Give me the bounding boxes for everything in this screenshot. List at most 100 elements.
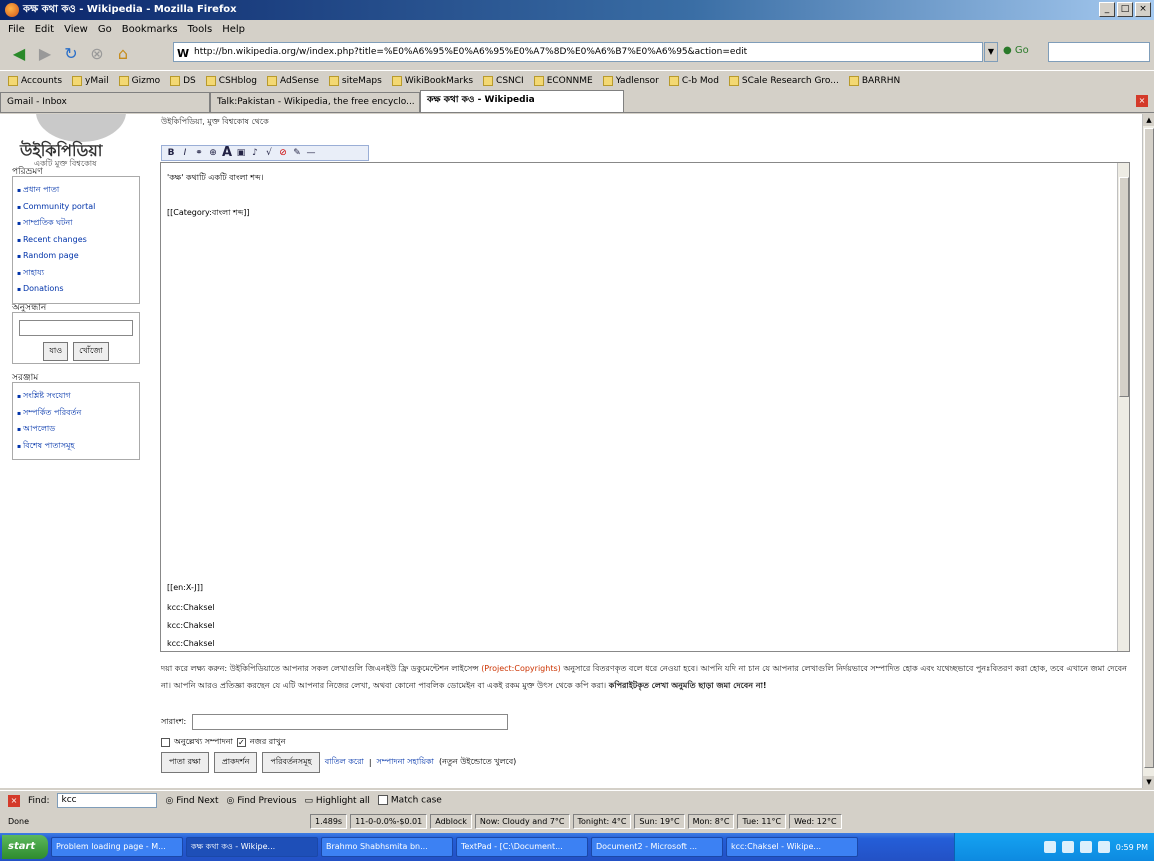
weather-forecast[interactable]: Mon: 8°C	[687, 813, 735, 829]
menu-go[interactable]: Go	[98, 24, 112, 35]
taskbar-item[interactable]: TextPad - [C:\Document...	[456, 837, 588, 857]
search-engine-input[interactable]	[1048, 42, 1150, 62]
taskbar-item[interactable]: কক্ষ কথা কও - Wikipe...	[186, 837, 318, 857]
menu-view[interactable]: View	[64, 24, 88, 35]
close-tab-icon[interactable]: ×	[1136, 95, 1148, 107]
taskbar-item[interactable]: kcc:Chaksel - Wikipe...	[726, 837, 858, 857]
scroll-up-icon[interactable]: ▲	[1143, 114, 1154, 126]
url-dropdown-icon[interactable]: ▼	[984, 42, 998, 62]
highlight-all-button[interactable]: ▭ Highlight all	[305, 796, 370, 806]
bookmark-item[interactable]: DS	[170, 75, 196, 86]
edit-textarea[interactable]: 'কক্ষ' কথাটি একটি বাংলা শব্দ। [[Category…	[160, 162, 1130, 652]
nav-link[interactable]: Donations	[17, 281, 135, 298]
nav-link[interactable]: Random page	[17, 248, 135, 265]
back-icon[interactable]: ◀	[8, 42, 30, 64]
toolbox-link[interactable]: সংশ্লিষ্ট সংযোগ	[17, 388, 135, 405]
close-findbar-icon[interactable]: ×	[8, 794, 20, 807]
editor-scroll-thumb[interactable]	[1119, 177, 1129, 397]
nav-link[interactable]: সাহায্য	[17, 265, 135, 282]
weather-now[interactable]: Now: Cloudy and 7°C	[474, 813, 570, 829]
stop-icon[interactable]: ⊗	[86, 42, 108, 64]
menu-file[interactable]: File	[8, 24, 25, 35]
scroll-down-icon[interactable]: ▼	[1143, 776, 1154, 788]
close-button[interactable]: ×	[1135, 2, 1151, 17]
weather-forecast[interactable]: Tue: 11°C	[737, 813, 787, 829]
nav-link[interactable]: Community portal	[17, 199, 135, 216]
editor-scrollbar[interactable]	[1117, 163, 1129, 651]
search-button[interactable]: খোঁজো	[73, 342, 109, 361]
start-button[interactable]: start	[2, 835, 48, 859]
signature-icon[interactable]: ✎	[291, 147, 303, 159]
weather-forecast[interactable]: Wed: 12°C	[789, 813, 842, 829]
network-icon[interactable]	[1097, 841, 1110, 853]
weather-forecast[interactable]: Sun: 19°C	[634, 813, 685, 829]
tab-talk-pakistan[interactable]: Talk:Pakistan - Wikipedia, the free ency…	[210, 92, 420, 112]
bookmark-item[interactable]: CSNCI	[483, 75, 524, 86]
go-button[interactable]: ● Go	[1003, 45, 1029, 56]
media-icon[interactable]: ♪	[249, 147, 261, 159]
forward-icon[interactable]: ▶	[34, 42, 56, 64]
maximize-button[interactable]: □	[1117, 2, 1133, 17]
bookmark-item[interactable]: SCale Research Gro...	[728, 75, 839, 86]
page-scrollbar[interactable]: ▲ ▼	[1142, 114, 1154, 788]
bookmark-item[interactable]: ECONNME	[533, 75, 593, 86]
tray-icon[interactable]	[1061, 841, 1074, 853]
wiki-search-input[interactable]	[19, 320, 133, 336]
watch-checkbox[interactable]	[236, 738, 246, 747]
menu-bookmarks[interactable]: Bookmarks	[122, 24, 178, 35]
taskbar-item[interactable]: Document2 - Microsoft ...	[591, 837, 723, 857]
bookmark-item[interactable]: CSHblog	[205, 75, 257, 86]
bookmark-item[interactable]: BARRHN	[848, 75, 900, 86]
find-input[interactable]: kcc	[57, 793, 158, 808]
minimize-button[interactable]: _	[1099, 2, 1115, 17]
cancel-link[interactable]: বাতিল করো	[325, 756, 364, 769]
home-icon[interactable]: ⌂	[112, 42, 134, 64]
match-case-checkbox[interactable]: Match case	[377, 795, 442, 806]
toolbox-link[interactable]: আপলোড	[17, 421, 135, 438]
bookmark-item[interactable]: AdSense	[266, 75, 319, 86]
save-button[interactable]: পাতা রক্ষা	[161, 752, 209, 773]
menu-edit[interactable]: Edit	[35, 24, 54, 35]
weather-forecast[interactable]: Tonight: 4°C	[572, 813, 632, 829]
bookmark-item[interactable]: Yadlensor	[602, 75, 659, 86]
summary-input[interactable]	[192, 714, 509, 730]
minor-edit-checkbox[interactable]	[161, 738, 170, 747]
taskbar-item[interactable]: Brahmo Shabhsmita bn...	[321, 837, 453, 857]
internal-link-icon[interactable]: ⚭	[193, 147, 205, 159]
reload-icon[interactable]: ↻	[60, 42, 82, 64]
toolbox-link[interactable]: সম্পর্কিত পরিবর্তন	[17, 405, 135, 422]
bookmark-item[interactable]: Gizmo	[118, 75, 160, 86]
find-previous-button[interactable]: ◎ Find Previous	[226, 796, 296, 806]
copyright-link[interactable]: (Project:Copyrights)	[481, 664, 561, 673]
bold-icon[interactable]: B	[165, 147, 177, 159]
taskbar-item[interactable]: Problem loading page - M...	[51, 837, 183, 857]
tab-gmail[interactable]: Gmail - Inbox	[0, 92, 210, 112]
external-link-icon[interactable]: ⊕	[207, 147, 219, 159]
tray-icon[interactable]	[1043, 841, 1056, 853]
go-search-button[interactable]: যাও	[43, 342, 69, 361]
bookmark-item[interactable]: C-b Mod	[668, 75, 719, 86]
toolbox-link[interactable]: বিশেষ পাতাসমূহ	[17, 438, 135, 455]
show-changes-button[interactable]: পরিবর্তনসমূহ	[262, 752, 320, 773]
page-scroll-thumb[interactable]	[1144, 128, 1154, 768]
edit-help-link[interactable]: সম্পাদনা সহায়িকা	[377, 756, 434, 769]
url-input[interactable]: W http://bn.wikipedia.org/w/index.php?ti…	[173, 42, 983, 62]
preview-button[interactable]: প্রাকদর্শন	[213, 752, 258, 773]
nowiki-icon[interactable]: ⊘	[277, 147, 289, 159]
volume-icon[interactable]	[1079, 841, 1092, 853]
bookmark-item[interactable]: Accounts	[8, 75, 62, 86]
nav-link[interactable]: প্রধান পাতা	[17, 182, 135, 199]
adblock-button[interactable]: Adblock	[430, 813, 472, 829]
find-next-button[interactable]: ◎ Find Next	[165, 796, 218, 806]
bookmark-item[interactable]: yMail	[72, 75, 109, 86]
math-icon[interactable]: √	[263, 147, 275, 159]
tab-current[interactable]: কক্ষ কথা কও - Wikipedia	[420, 90, 624, 112]
headline-icon[interactable]: A	[221, 146, 233, 159]
image-icon[interactable]: ▣	[235, 147, 247, 159]
bookmark-item[interactable]: siteMaps	[328, 75, 382, 86]
italic-icon[interactable]: I	[179, 147, 191, 159]
horizontal-line-icon[interactable]: —	[305, 147, 317, 159]
menu-tools[interactable]: Tools	[188, 24, 213, 35]
bookmark-item[interactable]: WikiBookMarks	[391, 75, 473, 86]
nav-link[interactable]: সাম্প্রতিক ঘটনা	[17, 215, 135, 232]
